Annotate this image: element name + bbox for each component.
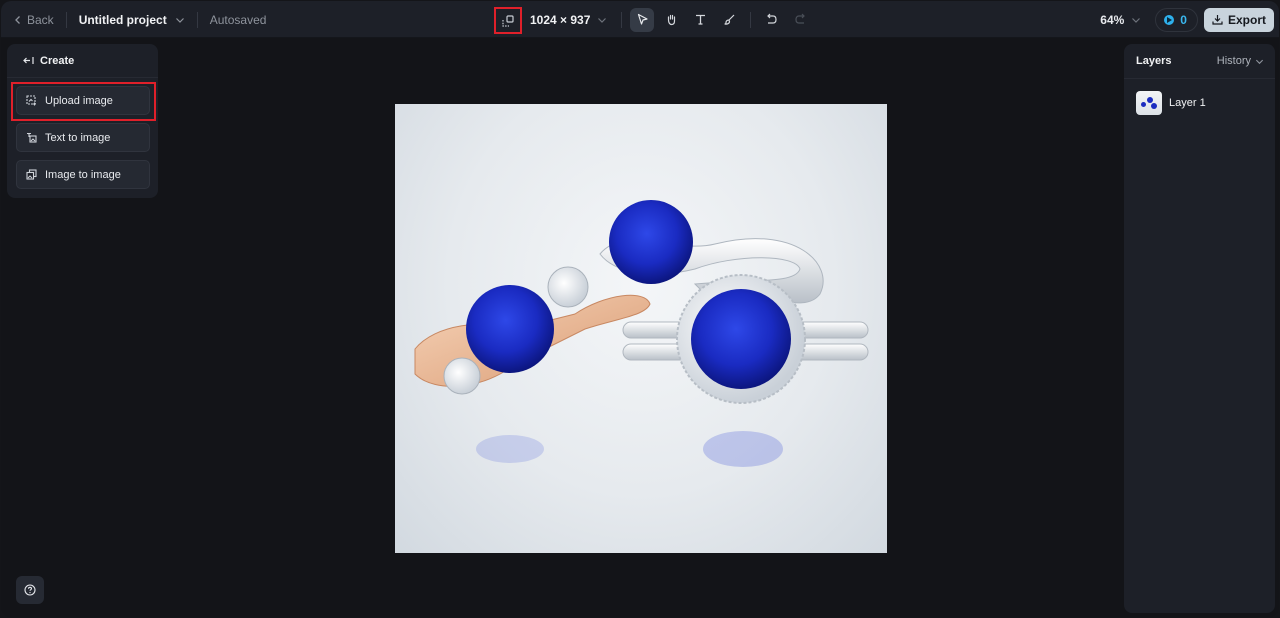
diamond [443, 357, 481, 395]
zoom-level: 64% [1100, 12, 1125, 27]
top-bar-center: 1024 × 937 [494, 1, 817, 38]
layers-title: Layers [1136, 55, 1172, 67]
text-to-image-button[interactable]: Text to image [16, 123, 150, 152]
chevron-left-icon [15, 15, 20, 24]
sapphire [466, 285, 554, 373]
zoom-dropdown[interactable]: 64% [1100, 13, 1141, 27]
image-to-image-label: Image to image [45, 168, 121, 181]
divider [196, 11, 198, 28]
chevron-down-icon [1255, 59, 1264, 64]
hand-tool-button[interactable] [659, 8, 683, 32]
credits-badge[interactable]: 0 [1155, 7, 1198, 32]
select-tool-button[interactable] [630, 7, 655, 32]
image-to-image-icon [26, 169, 37, 180]
top-bar: Back Untitled project Autosaved 1024 × 9… [1, 1, 1279, 38]
text-tool-button[interactable] [688, 8, 712, 32]
back-button[interactable]: Back [13, 13, 54, 27]
redo-icon [795, 13, 805, 24]
create-panel-header[interactable]: Create [7, 44, 158, 78]
resize-icon [502, 14, 514, 27]
reflection [703, 431, 783, 467]
hand-icon [667, 14, 676, 26]
save-status: Autosaved [209, 12, 267, 27]
layer-item[interactable]: Layer 1 [1124, 79, 1275, 115]
cursor-arrow-icon [637, 13, 648, 25]
download-icon [1212, 15, 1223, 25]
credit-coin-icon [1164, 14, 1175, 25]
brush-icon [724, 14, 735, 25]
brush-tool-button[interactable] [717, 8, 741, 32]
canvas-size: 1024 × 937 [530, 12, 591, 27]
rings-illustration [414, 200, 869, 467]
help-button[interactable] [16, 576, 44, 604]
canvas-image[interactable] [395, 104, 887, 553]
create-panel: Create Upload image Text to image Image … [7, 44, 158, 198]
chevron-down-icon [175, 17, 184, 23]
resize-canvas-button[interactable] [494, 7, 522, 34]
sapphire [609, 200, 693, 284]
divider [750, 11, 752, 28]
text-to-image-label: Text to image [45, 131, 111, 144]
upload-image-button[interactable]: Upload image [16, 86, 150, 115]
canvas-size-dropdown[interactable]: 1024 × 937 [530, 13, 607, 27]
top-bar-left: Back Untitled project Autosaved [13, 1, 266, 38]
sapphire [691, 289, 791, 389]
redo-button[interactable] [788, 8, 812, 32]
divider [65, 11, 67, 28]
layer-thumbnail [1136, 91, 1162, 115]
text-icon [695, 14, 705, 25]
text-to-image-icon [27, 132, 37, 143]
layer-name: Layer 1 [1169, 97, 1206, 109]
credits-count: 0 [1180, 12, 1187, 27]
question-circle-icon [24, 584, 36, 596]
top-bar-right: 64% 0 Export [1100, 1, 1274, 38]
history-label: History [1216, 55, 1251, 67]
back-label: Back [27, 12, 54, 27]
upload-image-label: Upload image [45, 94, 113, 107]
create-panel-title: Create [40, 54, 75, 67]
divider [621, 11, 623, 28]
history-dropdown[interactable]: History [1217, 55, 1264, 67]
project-title: Untitled project [78, 12, 167, 27]
layers-panel-header: Layers History [1124, 44, 1275, 79]
reflection [476, 435, 544, 463]
chevron-down-icon [598, 17, 607, 23]
upload-image-icon [26, 95, 36, 106]
undo-icon [767, 13, 777, 24]
export-label: Export [1227, 12, 1266, 27]
export-button[interactable]: Export [1203, 7, 1274, 32]
diamond [547, 266, 589, 308]
app-window: Back Untitled project Autosaved 1024 × 9… [1, 1, 1279, 617]
project-title-dropdown[interactable]: Untitled project [79, 13, 185, 27]
collapse-left-icon [23, 57, 34, 64]
chevron-down-icon [1132, 17, 1141, 23]
layers-panel: Layers History Layer 1 [1124, 44, 1275, 613]
undo-button[interactable] [759, 8, 783, 32]
image-to-image-button[interactable]: Image to image [16, 160, 150, 189]
